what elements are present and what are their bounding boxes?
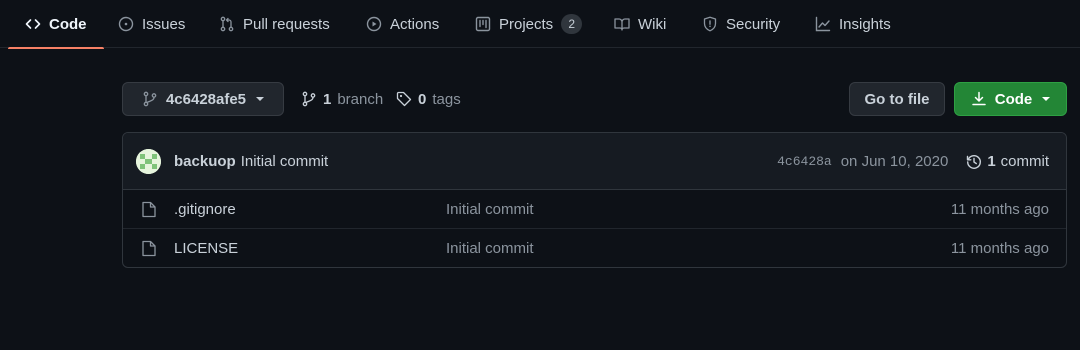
file-row[interactable]: LICENSE Initial commit 11 months ago <box>123 229 1066 267</box>
tab-code[interactable]: Code <box>8 0 104 49</box>
tab-label: Wiki <box>638 15 667 33</box>
commit-message-link[interactable]: Initial commit <box>241 153 329 170</box>
tag-count: 0 <box>418 90 427 108</box>
tab-actions[interactable]: Actions <box>366 0 439 48</box>
tab-issues[interactable]: Issues <box>118 0 185 48</box>
file-name-link[interactable]: .gitignore <box>174 190 236 229</box>
code-button-label: Code <box>994 90 1033 108</box>
tag-icon <box>396 91 412 107</box>
branches-link[interactable]: 1 branch <box>301 82 383 116</box>
commit-date: on Jun 10, 2020 <box>840 153 949 170</box>
tag-label: tags <box>432 90 461 108</box>
file-list-box: backuop Initial commit 4c6428a on Jun 10… <box>122 132 1067 268</box>
file-age: 11 months ago <box>950 240 1049 257</box>
graph-icon <box>815 16 831 32</box>
file-age: 11 months ago <box>950 201 1049 218</box>
chevron-down-icon <box>1042 97 1051 101</box>
tab-pull-requests[interactable]: Pull requests <box>219 0 330 48</box>
tab-label: Pull requests <box>243 15 330 33</box>
tab-label: Insights <box>839 15 891 33</box>
branch-select-button[interactable]: 4c6428afe5 <box>122 82 284 116</box>
latest-commit-summary: backuop Initial commit <box>174 133 328 190</box>
play-icon <box>366 16 382 32</box>
branch-name: 4c6428afe5 <box>165 90 247 108</box>
project-icon <box>475 16 491 32</box>
commit-sha-link[interactable]: 4c6428a <box>777 154 832 169</box>
tab-security[interactable]: Security <box>702 0 780 48</box>
file-icon <box>142 240 156 257</box>
branch-count: 1 <box>323 90 332 108</box>
tab-label: Code <box>49 15 87 33</box>
latest-commit-bar: backuop Initial commit 4c6428a on Jun 10… <box>123 133 1066 190</box>
git-branch-icon <box>301 91 317 107</box>
go-to-file-button[interactable]: Go to file <box>849 82 945 116</box>
latest-commit-details: 4c6428a on Jun 10, 2020 1 commit <box>777 133 1049 190</box>
commit-author-link[interactable]: backuop <box>174 153 236 170</box>
selected-tab-indicator <box>8 47 104 49</box>
git-branch-icon <box>142 91 158 107</box>
avatar[interactable] <box>136 149 161 174</box>
file-icon <box>142 201 156 218</box>
file-commit-message-link[interactable]: Initial commit <box>446 229 534 267</box>
git-pull-request-icon <box>219 16 235 32</box>
file-name-link[interactable]: LICENSE <box>174 229 238 267</box>
tab-wiki[interactable]: Wiki <box>614 0 666 48</box>
chevron-down-icon <box>256 97 265 101</box>
commit-count: 1 <box>987 153 996 170</box>
file-row[interactable]: .gitignore Initial commit 11 months ago <box>123 190 1066 229</box>
go-to-file-label: Go to file <box>864 90 930 108</box>
repo-nav: Code Issues Pull requests Actions Projec… <box>0 0 1080 49</box>
projects-counter: 2 <box>561 14 583 34</box>
file-commit-message-link[interactable]: Initial commit <box>446 190 534 229</box>
history-icon <box>966 154 982 170</box>
code-download-button[interactable]: Code <box>954 82 1067 116</box>
code-icon <box>25 16 41 32</box>
tags-link[interactable]: 0 tags <box>396 82 461 116</box>
book-icon <box>614 16 630 32</box>
tab-projects[interactable]: Projects 2 <box>475 0 583 48</box>
branch-label: branch <box>337 90 384 108</box>
issue-opened-icon <box>118 16 134 32</box>
tab-label: Security <box>726 15 781 33</box>
tab-label: Issues <box>142 15 186 33</box>
tab-label: Projects <box>499 15 554 33</box>
tab-insights[interactable]: Insights <box>815 0 891 48</box>
commit-history-link[interactable]: 1 commit <box>966 153 1049 170</box>
tab-label: Actions <box>390 15 440 33</box>
download-icon <box>971 91 987 107</box>
commit-label: commit <box>1000 153 1049 170</box>
shield-icon <box>702 16 718 32</box>
